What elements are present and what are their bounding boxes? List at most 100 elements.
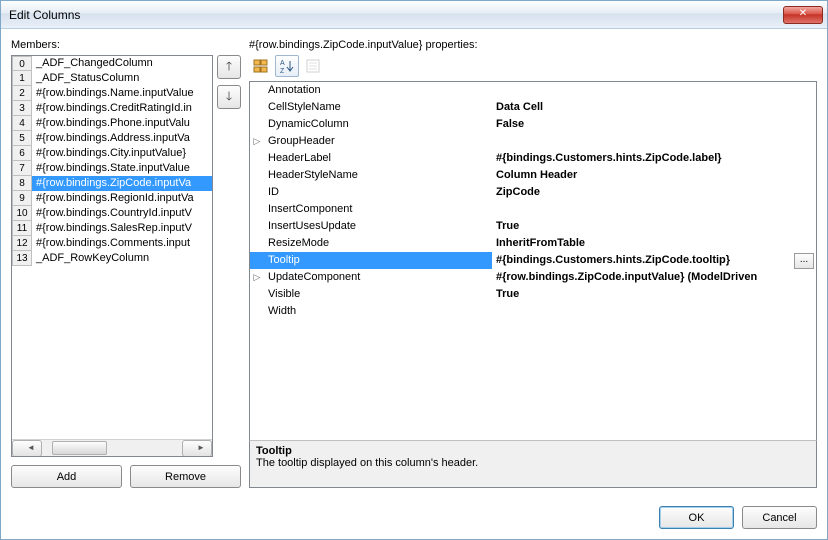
property-name: Visible bbox=[264, 286, 492, 303]
property-row[interactable]: Annotation bbox=[250, 82, 816, 99]
property-value[interactable]: True bbox=[492, 218, 816, 235]
member-index: 1 bbox=[12, 71, 32, 86]
categorized-icon bbox=[253, 58, 269, 74]
remove-button[interactable]: Remove bbox=[130, 465, 241, 488]
sort-az-icon: AZ bbox=[279, 58, 295, 74]
horizontal-scrollbar[interactable]: ◄ ► bbox=[12, 439, 212, 456]
member-row[interactable]: 10#{row.bindings.CountryId.inputV bbox=[12, 206, 212, 221]
member-row[interactable]: 0_ADF_ChangedColumn bbox=[12, 56, 212, 71]
categorized-view-button[interactable] bbox=[249, 55, 273, 77]
alphabetical-view-button[interactable]: AZ bbox=[275, 55, 299, 77]
expand-icon[interactable]: ▷ bbox=[250, 133, 264, 150]
member-text: #{row.bindings.SalesRep.inputV bbox=[32, 221, 212, 236]
property-value[interactable]: #{row.bindings.ZipCode.inputValue} (Mode… bbox=[492, 269, 816, 286]
property-pages-button[interactable] bbox=[301, 55, 325, 77]
property-value[interactable]: Column Header bbox=[492, 167, 816, 184]
property-row[interactable]: VisibleTrue bbox=[250, 286, 816, 303]
expand-icon bbox=[250, 184, 264, 201]
member-row[interactable]: 3#{row.bindings.CreditRatingId.in bbox=[12, 101, 212, 116]
page-icon bbox=[305, 58, 321, 74]
expand-icon[interactable]: ▷ bbox=[250, 269, 264, 286]
expand-icon bbox=[250, 286, 264, 303]
property-value[interactable]: #{bindings.Customers.hints.ZipCode.label… bbox=[492, 150, 816, 167]
property-grid[interactable]: AnnotationCellStyleNameData CellDynamicC… bbox=[249, 81, 817, 441]
property-row[interactable]: HeaderStyleNameColumn Header bbox=[250, 167, 816, 184]
property-value[interactable]: True bbox=[492, 286, 816, 303]
property-name: DynamicColumn bbox=[264, 116, 492, 133]
property-value[interactable] bbox=[492, 303, 816, 320]
property-row[interactable]: ▷GroupHeader bbox=[250, 133, 816, 150]
member-text: #{row.bindings.ZipCode.inputVa bbox=[32, 176, 212, 191]
property-name: Tooltip bbox=[264, 252, 492, 269]
members-label: Members: bbox=[11, 39, 241, 51]
expand-icon bbox=[250, 150, 264, 167]
scroll-right-icon[interactable]: ► bbox=[182, 440, 212, 457]
property-value[interactable]: ZipCode bbox=[492, 184, 816, 201]
cancel-button[interactable]: Cancel bbox=[742, 506, 817, 529]
ok-button[interactable]: OK bbox=[659, 506, 734, 529]
expand-icon bbox=[250, 218, 264, 235]
property-name: Annotation bbox=[264, 82, 492, 99]
property-row[interactable]: DynamicColumnFalse bbox=[250, 116, 816, 133]
member-index: 3 bbox=[12, 101, 32, 116]
member-row[interactable]: 8#{row.bindings.ZipCode.inputVa bbox=[12, 176, 212, 191]
member-text: #{row.bindings.City.inputValue} bbox=[32, 146, 212, 161]
member-row[interactable]: 13_ADF_RowKeyColumn bbox=[12, 251, 212, 266]
expand-icon bbox=[250, 116, 264, 133]
property-value[interactable]: False bbox=[492, 116, 816, 133]
svg-text:Z: Z bbox=[280, 68, 285, 74]
members-list[interactable]: 0_ADF_ChangedColumn1_ADF_StatusColumn2#{… bbox=[11, 55, 213, 457]
expand-icon bbox=[250, 82, 264, 99]
member-row[interactable]: 1_ADF_StatusColumn bbox=[12, 71, 212, 86]
property-value[interactable]: #{bindings.Customers.hints.ZipCode.toolt… bbox=[492, 252, 816, 269]
property-row[interactable]: InsertComponent bbox=[250, 201, 816, 218]
svg-text:A: A bbox=[280, 60, 285, 67]
property-value[interactable]: InheritFromTable bbox=[492, 235, 816, 252]
scroll-thumb[interactable] bbox=[52, 441, 107, 455]
properties-label: #{row.bindings.ZipCode.inputValue} prope… bbox=[249, 39, 817, 51]
close-icon[interactable]: ✕ bbox=[783, 6, 823, 24]
property-row[interactable]: HeaderLabel#{bindings.Customers.hints.Zi… bbox=[250, 150, 816, 167]
member-text: #{row.bindings.State.inputValue bbox=[32, 161, 212, 176]
property-row[interactable]: Tooltip#{bindings.Customers.hints.ZipCod… bbox=[250, 252, 816, 269]
move-up-button[interactable]: 🡑 bbox=[217, 55, 241, 79]
property-name: InsertUsesUpdate bbox=[264, 218, 492, 235]
property-value[interactable] bbox=[492, 133, 816, 150]
property-row[interactable]: IDZipCode bbox=[250, 184, 816, 201]
scroll-left-icon[interactable]: ◄ bbox=[12, 440, 42, 457]
property-name: Width bbox=[264, 303, 492, 320]
property-value[interactable]: Data Cell bbox=[492, 99, 816, 116]
property-row[interactable]: InsertUsesUpdateTrue bbox=[250, 218, 816, 235]
property-name: ResizeMode bbox=[264, 235, 492, 252]
property-row[interactable]: ▷UpdateComponent#{row.bindings.ZipCode.i… bbox=[250, 269, 816, 286]
member-index: 13 bbox=[12, 251, 32, 266]
property-name: UpdateComponent bbox=[264, 269, 492, 286]
member-row[interactable]: 6#{row.bindings.City.inputValue} bbox=[12, 146, 212, 161]
member-row[interactable]: 12#{row.bindings.Comments.input bbox=[12, 236, 212, 251]
property-name: ID bbox=[264, 184, 492, 201]
titlebar[interactable]: Edit Columns ✕ bbox=[1, 1, 827, 29]
property-value[interactable] bbox=[492, 82, 816, 99]
member-index: 8 bbox=[12, 176, 32, 191]
property-value[interactable] bbox=[492, 201, 816, 218]
add-button[interactable]: Add bbox=[11, 465, 122, 488]
member-index: 11 bbox=[12, 221, 32, 236]
expand-icon bbox=[250, 235, 264, 252]
member-row[interactable]: 2#{row.bindings.Name.inputValue bbox=[12, 86, 212, 101]
member-text: #{row.bindings.Name.inputValue bbox=[32, 86, 212, 101]
member-index: 6 bbox=[12, 146, 32, 161]
property-row[interactable]: CellStyleNameData Cell bbox=[250, 99, 816, 116]
member-row[interactable]: 9#{row.bindings.RegionId.inputVa bbox=[12, 191, 212, 206]
window-title: Edit Columns bbox=[9, 8, 783, 22]
property-row[interactable]: ResizeModeInheritFromTable bbox=[250, 235, 816, 252]
member-text: _ADF_StatusColumn bbox=[32, 71, 212, 86]
property-row[interactable]: Width bbox=[250, 303, 816, 320]
member-text: #{row.bindings.CountryId.inputV bbox=[32, 206, 212, 221]
move-down-button[interactable]: 🡓 bbox=[217, 85, 241, 109]
expand-icon bbox=[250, 201, 264, 218]
member-row[interactable]: 11#{row.bindings.SalesRep.inputV bbox=[12, 221, 212, 236]
member-row[interactable]: 5#{row.bindings.Address.inputVa bbox=[12, 131, 212, 146]
member-row[interactable]: 7#{row.bindings.State.inputValue bbox=[12, 161, 212, 176]
member-row[interactable]: 4#{row.bindings.Phone.inputValu bbox=[12, 116, 212, 131]
member-text: #{row.bindings.Address.inputVa bbox=[32, 131, 212, 146]
